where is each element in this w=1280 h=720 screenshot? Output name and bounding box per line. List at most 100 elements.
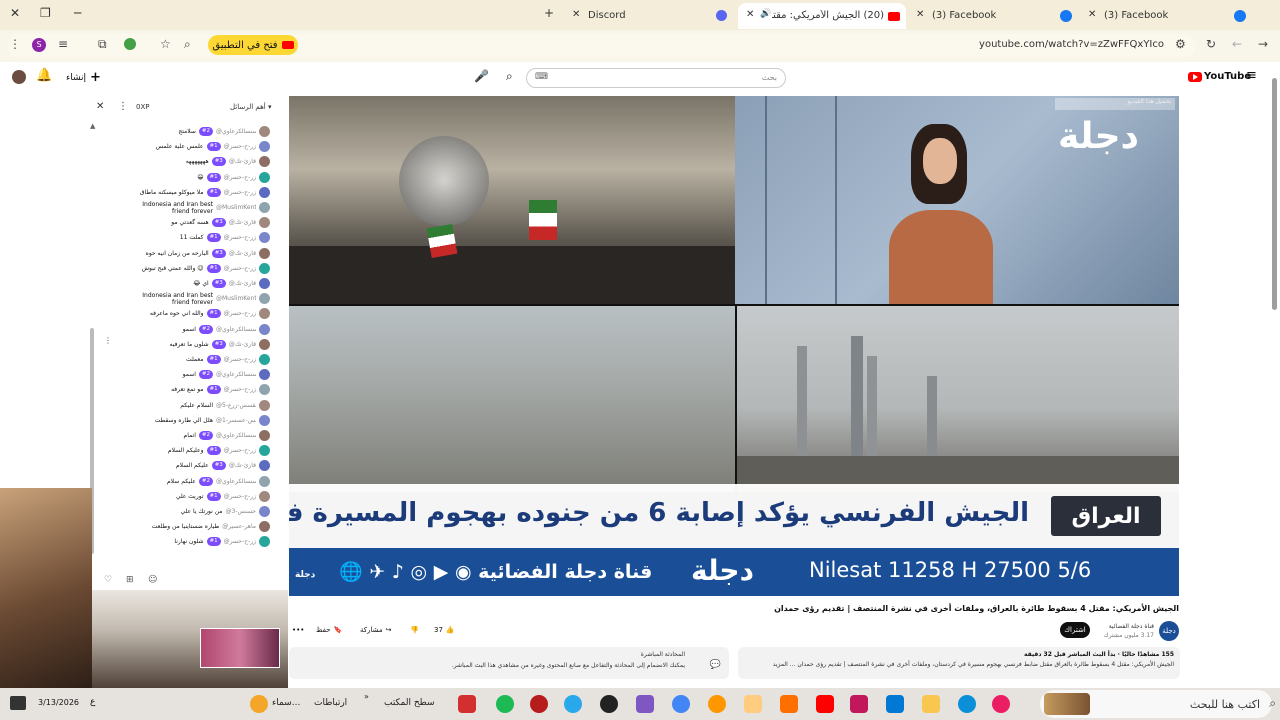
chat-author[interactable]: @قارئ-تك — [229, 158, 256, 165]
notifications-bell-icon[interactable]: 🔔 — [36, 68, 52, 83]
chat-message[interactable]: والله عمتي قبح تبوش 😉 #1 @زر-ح-حسر — [142, 261, 270, 276]
scroll-up-icon[interactable]: ▲ — [90, 122, 95, 130]
chat-message[interactable]: السلام عليكم @تقسس-زرع-5 — [180, 398, 270, 413]
chat-avatar[interactable] — [259, 156, 270, 168]
chat-message[interactable]: هلل الي طاره وسقطت@تلمس-عسسر-1 — [155, 413, 270, 428]
close-tab-icon[interactable]: ✕ — [572, 9, 580, 20]
chat-message[interactable]: البارحه من زمان انيه حوه #3 @قارئ-تك — [146, 246, 270, 261]
chat-author[interactable]: @قارئ-تك — [229, 341, 256, 348]
share-button[interactable]: مشاركة ↪ — [360, 622, 391, 638]
back-icon[interactable]: → — [1258, 37, 1268, 51]
chat-author[interactable]: @قارئ-تك — [229, 280, 256, 287]
tab-facebook-1[interactable]: ✕ (3) Facebook — [912, 3, 1078, 29]
gift-icon[interactable]: ⊞ — [126, 575, 134, 585]
chat-avatar[interactable] — [259, 141, 270, 153]
app-icon-red[interactable] — [458, 695, 476, 713]
chat-author[interactable]: @زر-ح-حسر — [224, 447, 256, 454]
youtube-taskbar-icon[interactable] — [816, 695, 834, 713]
chat-author[interactable]: @زر-ح-حسر — [224, 265, 256, 272]
new-tab-icon[interactable]: + — [544, 6, 554, 20]
chat-author[interactable]: @قارئ-تك — [229, 250, 256, 257]
audio-playing-icon[interactable]: 🔊 — [760, 9, 771, 19]
message-options-icon[interactable]: ⋮ — [104, 336, 112, 345]
create-button[interactable]: إنشاء + — [66, 70, 101, 85]
chat-message[interactable]: شلون ما تعرفيه #3 @قارئ-تك — [170, 337, 270, 352]
chat-author[interactable]: @حسنسالكرعاوي — [216, 326, 256, 333]
top-chat-dropdown[interactable]: أهم الرسائل ▾ — [230, 103, 271, 111]
chat-avatar[interactable] — [259, 384, 270, 396]
chat-avatar[interactable] — [259, 217, 270, 229]
close-tab-icon[interactable]: ✕ — [916, 9, 924, 20]
extensions-icon[interactable]: ⧉ — [98, 37, 107, 52]
chat-author[interactable]: @زر-ح-حسر — [224, 189, 256, 196]
obs-icon[interactable] — [636, 695, 654, 713]
app-icon-magenta[interactable] — [992, 695, 1010, 713]
spotify-icon[interactable] — [496, 695, 514, 713]
close-tab-icon[interactable]: ✕ — [746, 9, 754, 20]
chat-avatar[interactable] — [259, 460, 270, 472]
tab-youtube-video[interactable]: ✕ 🔊 (20) الجيش الأمريكي: مقتل — [738, 3, 906, 29]
chat-avatar[interactable] — [259, 171, 270, 183]
chat-message[interactable]: اسمو#2@حسنسالكرعاوي — [183, 367, 270, 382]
close-chat-icon[interactable]: ✕ — [96, 101, 104, 112]
weather-label[interactable]: سماء... — [272, 698, 300, 708]
heart-icon[interactable]: ♡ — [104, 575, 112, 585]
chat-avatar[interactable] — [259, 490, 270, 502]
edge-icon[interactable] — [958, 695, 976, 713]
chat-message[interactable]: اسمو#2@حسنسالكرعاوي — [183, 322, 270, 337]
chat-avatar[interactable] — [259, 232, 270, 244]
chat-avatar[interactable] — [259, 308, 270, 320]
chat-message[interactable]: من نورتك يا علي @حسنس-3 — [181, 504, 270, 519]
chat-avatar[interactable] — [259, 278, 270, 289]
browser-menu-icon[interactable]: ⋮ — [9, 37, 21, 51]
taskbar-date[interactable]: 3/13/2026 — [38, 698, 79, 707]
weather-icon[interactable] — [250, 695, 268, 713]
reading-list-icon[interactable]: ≡ — [58, 37, 68, 51]
language-icon[interactable]: ع — [90, 697, 95, 707]
chat-message[interactable]: Indonesia and Iran best friend forever @M… — [123, 291, 270, 306]
minimize-window-icon[interactable]: ─ — [74, 6, 81, 20]
profile-avatar[interactable]: S — [32, 38, 46, 52]
video-player[interactable]: دجلة تحميل هذا الفيديو الجيش الفرنسي يؤك… — [289, 96, 1179, 596]
chat-avatar[interactable] — [259, 536, 270, 548]
desktop-toolbar-label[interactable]: سطح المكتب — [384, 698, 435, 708]
chat-author[interactable]: @قارئ-تك — [229, 462, 256, 469]
chat-author[interactable]: @زر-ح-حسر — [224, 174, 256, 181]
chat-avatar[interactable] — [259, 445, 270, 457]
chat-message[interactable]: ملا ميوكلو ميسكنه ماطاق #1 @زر-ح-حسر — [140, 185, 270, 200]
chat-avatar[interactable] — [259, 399, 270, 411]
restore-window-icon[interactable]: ❐ — [40, 6, 51, 20]
taskbar-search-box[interactable]: اكتب هنا للبحث ⌕ — [1040, 690, 1276, 718]
app-icon-amber[interactable] — [780, 695, 798, 713]
chat-author[interactable]: @حسنسالكرعاوي — [216, 371, 256, 378]
chat-author[interactable]: @زر-ح-حسر — [224, 493, 256, 500]
open-in-app-button[interactable]: فتح في التطبيق — [208, 35, 298, 55]
chat-message[interactable]: عليكم السلام #3 @قارئ-تك — [176, 458, 270, 473]
chatgpt-icon[interactable] — [600, 695, 618, 713]
chat-author[interactable]: @زر-ح-حسر — [224, 234, 256, 241]
close-window-icon[interactable]: ✕ — [10, 6, 20, 20]
guide-menu-icon[interactable]: ≡ — [1246, 68, 1257, 83]
search-button[interactable]: ⌕ — [498, 68, 526, 88]
telegram-icon[interactable] — [564, 695, 582, 713]
chat-author[interactable]: @حسنس-3 — [225, 508, 256, 515]
chat-avatar[interactable] — [259, 186, 270, 198]
app-icon-pink[interactable] — [850, 695, 868, 713]
chat-message[interactable]: 11 كملت #1 @زر-ح-حسر — [180, 230, 270, 245]
chat-message[interactable]: هههههههه #3 @قارئ-تك — [186, 154, 270, 169]
chat-message[interactable]: علمس علية علمس #1 @زر-ح-حسر — [156, 139, 270, 154]
video-description[interactable]: 155 مشاهدًا حاليًا · بدأ البث المباشر قب… — [738, 647, 1180, 679]
chat-message[interactable]: وعليكم السلام #1 @زر-ح-حسر — [168, 443, 270, 458]
chat-avatar[interactable] — [259, 126, 270, 137]
close-tab-icon[interactable]: ✕ — [1088, 9, 1096, 20]
outlook-icon[interactable] — [886, 695, 904, 713]
bookmark-star-icon[interactable]: ☆ — [160, 37, 171, 51]
chat-message[interactable]: هسه گعدتي مو #3 @قارئ-تك — [171, 215, 270, 230]
search-input[interactable]: ⌨ بحث — [526, 68, 786, 88]
emoji-icon[interactable]: ☺ — [148, 575, 157, 585]
chrome-icon[interactable] — [672, 695, 690, 713]
youtube-logo[interactable]: YouTube — [1188, 71, 1251, 82]
file-explorer-icon[interactable] — [922, 695, 940, 713]
subscribe-button[interactable]: اشتراك — [1060, 622, 1090, 638]
chat-avatar[interactable] — [259, 430, 270, 441]
